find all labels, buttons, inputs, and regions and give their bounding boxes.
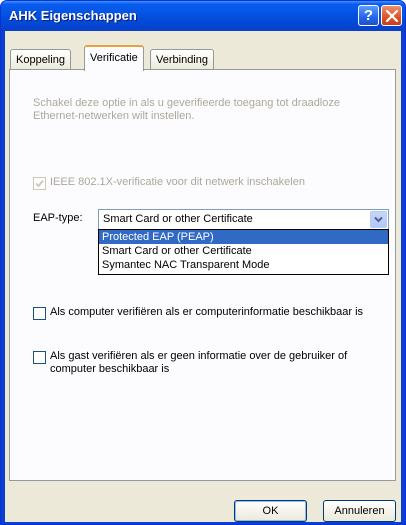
eap-type-label: EAP-type:	[33, 212, 83, 224]
eap-option-peap[interactable]: Protected EAP (PEAP)	[99, 230, 388, 244]
guest-auth-label: Als gast verifiëren als er geen informat…	[50, 350, 348, 375]
eap-option-smart-card[interactable]: Smart Card or other Certificate	[99, 244, 388, 258]
title-bar[interactable]: AHK Eigenschappen ?	[1, 1, 405, 31]
tab-verificatie[interactable]: Verificatie	[84, 45, 144, 71]
ieee-8021x-checkbox[interactable]	[33, 177, 46, 190]
guest-auth-checkbox-row[interactable]: Als gast verifiëren als er geen informat…	[33, 350, 388, 376]
checkmark-icon	[35, 179, 44, 188]
tab-koppeling[interactable]: Koppeling	[10, 49, 71, 70]
eap-type-dropdown-list: Protected EAP (PEAP) Smart Card or other…	[98, 229, 389, 275]
computer-auth-label: Als computer verifiëren als er computeri…	[50, 306, 364, 318]
dialog-window: AHK Eigenschappen ? Koppeling Verificati…	[0, 0, 406, 525]
computer-auth-checkbox-row[interactable]: Als computer verifiëren als er computeri…	[33, 306, 363, 320]
close-icon	[386, 10, 398, 22]
help-button[interactable]: ?	[358, 5, 379, 26]
ok-button[interactable]: OK	[234, 500, 307, 522]
eap-option-symantec-nac[interactable]: Symantec NAC Transparent Mode	[99, 258, 388, 272]
eap-type-selected-value: Smart Card or other Certificate	[103, 213, 253, 225]
chevron-down-icon	[374, 216, 383, 223]
ieee-8021x-checkbox-row[interactable]: IEEE 802.1X-verificatie voor dit netwerk…	[33, 176, 305, 190]
computer-auth-checkbox[interactable]	[33, 307, 46, 320]
tab-panel-verificatie: Schakel deze optie in als u geverifieerd…	[9, 69, 396, 481]
cancel-button[interactable]: Annuleren	[323, 500, 396, 522]
guest-auth-checkbox[interactable]	[33, 351, 46, 364]
window-title: AHK Eigenschappen	[9, 8, 137, 23]
description-text: Schakel deze optie in als u geverifieerd…	[33, 97, 340, 122]
close-button[interactable]	[381, 5, 402, 26]
tab-verbinding[interactable]: Verbinding	[150, 49, 214, 70]
eap-type-select[interactable]: Smart Card or other Certificate	[98, 209, 389, 230]
dialog-client-area: Koppeling Verificatie Verbinding Schakel…	[5, 31, 401, 522]
ieee-8021x-label: IEEE 802.1X-verificatie voor dit netwerk…	[50, 176, 305, 188]
dropdown-arrow-button[interactable]	[370, 211, 387, 228]
help-icon: ?	[363, 7, 374, 24]
